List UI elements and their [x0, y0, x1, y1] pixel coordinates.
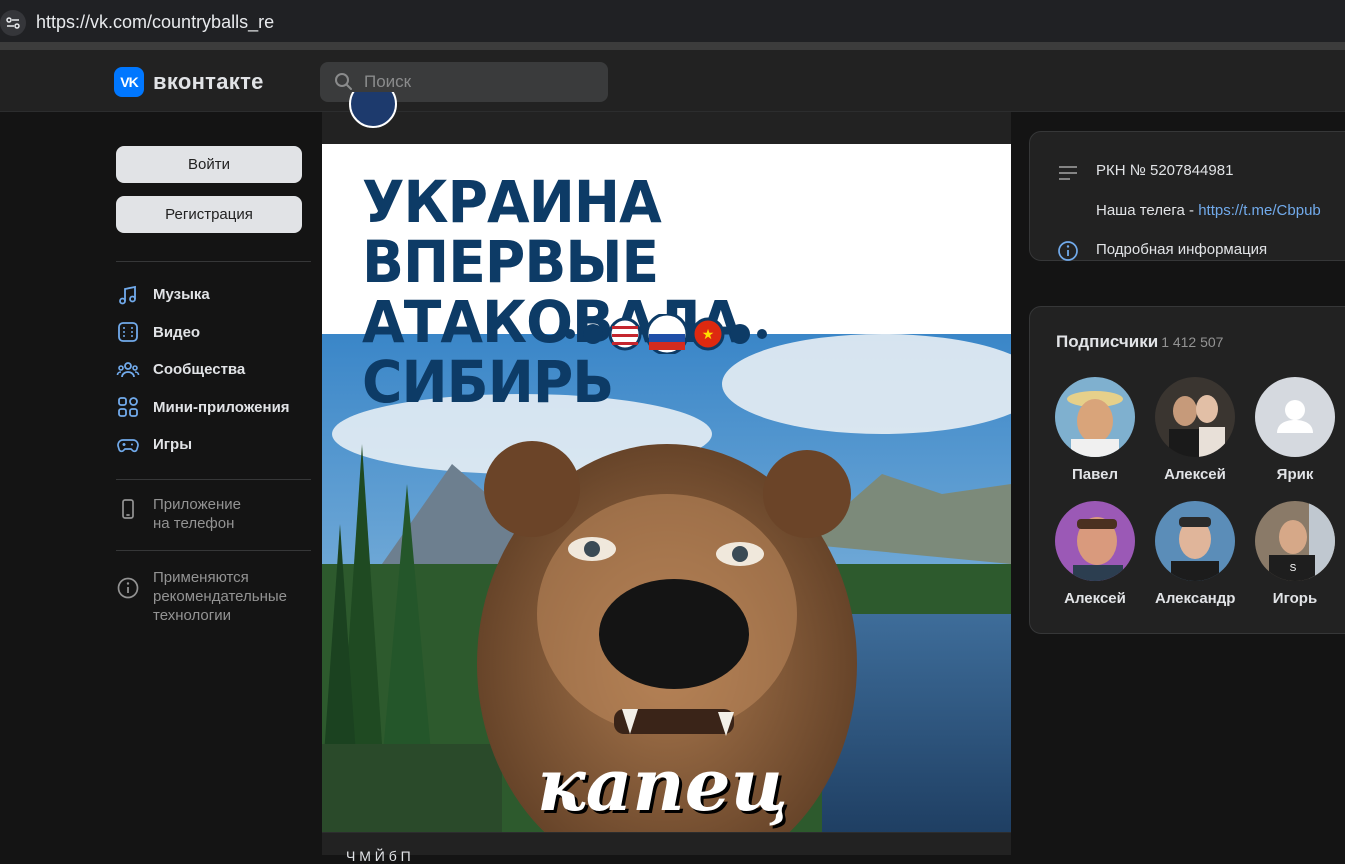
music-icon: [119, 285, 136, 305]
recommendation-line1: Применяются: [153, 568, 249, 586]
default-avatar-icon: [1255, 377, 1335, 457]
register-button[interactable]: Регистрация: [116, 196, 302, 233]
search-icon: [335, 73, 352, 90]
post-headline: УКРАИНА ВПЕРВЫЕ АТАКОВАЛА СИБИРЬ: [362, 172, 951, 412]
sidebar-item-label: Мини-приложения: [153, 398, 290, 416]
subscribers-card: Подписчики 1 412 507 Павел Алексей Ярик А…: [1029, 306, 1345, 634]
telegram-line: Наша телега - https://t.me/Cbpub: [1096, 202, 1321, 219]
recommendation-notice[interactable]: Применяются рекомендательные технологии: [116, 551, 311, 641]
subscriber-item[interactable]: Ярик: [1255, 377, 1335, 483]
subscriber-item[interactable]: Александр: [1155, 501, 1235, 607]
post-footer: Ч М Й б П: [322, 832, 1011, 864]
avatar: [1155, 377, 1235, 457]
subscriber-name: Алексей: [1164, 466, 1226, 483]
wall-post: УКРАИНА ВПЕРВЫЕ АТАКОВАЛА СИБИРЬ ★ капец: [322, 92, 1011, 864]
recommendation-line3: технологии: [153, 606, 232, 624]
info-icon: [117, 577, 139, 598]
post-image-caption: капец: [537, 742, 789, 827]
login-button[interactable]: Войти: [116, 146, 302, 183]
subscribers-title: Подписчики: [1056, 332, 1159, 351]
subscriber-name: Ярик: [1276, 466, 1314, 483]
info-icon: [1058, 241, 1078, 261]
headline-line1: УКРАИНА ВПЕРВЫЕ: [362, 168, 662, 296]
mobile-app-line1: Приложение: [153, 495, 241, 513]
sidebar-item-music[interactable]: Музыка: [116, 276, 311, 314]
more-info-link[interactable]: Подробная информация: [1096, 241, 1267, 258]
sidebar-item-games[interactable]: Игры: [116, 426, 311, 464]
sidebar-item-label: Музыка: [153, 286, 210, 304]
avatar: [1055, 501, 1135, 581]
svg-text:★: ★: [702, 326, 715, 342]
phone-icon: [122, 498, 134, 519]
subscriber-item[interactable]: S Игорь: [1255, 501, 1335, 607]
subscribers-header[interactable]: Подписчики 1 412 507: [1056, 332, 1223, 352]
sidebar-item-label: Видео: [153, 323, 201, 341]
headline-area: УКРАИНА ВПЕРВЫЕ АТАКОВАЛА СИБИРЬ ★: [322, 144, 1011, 412]
vk-logo-text[interactable]: вконтакте: [153, 69, 264, 95]
rkn-number: РКН № 5207844981: [1096, 162, 1234, 179]
communities-icon: [116, 361, 140, 377]
description-icon: [1059, 166, 1077, 180]
subscriber-name: Павел: [1071, 466, 1119, 483]
subscriber-name: Игорь: [1272, 590, 1318, 607]
games-icon: [117, 438, 139, 452]
sidebar-item-communities[interactable]: Сообщества: [116, 351, 311, 389]
subscriber-name: Александр: [1155, 590, 1236, 607]
subscriber-item[interactable]: Павел: [1055, 377, 1135, 483]
video-icon: [118, 322, 138, 343]
sidebar-item-video[interactable]: Видео: [116, 314, 311, 352]
post-image[interactable]: УКРАИНА ВПЕРВЫЕ АТАКОВАЛА СИБИРЬ ★ капец: [322, 144, 1011, 832]
browser-address-bar: https://vk.com/countryballs_re: [0, 0, 1345, 46]
telegram-prefix: Наша телега -: [1096, 202, 1199, 219]
subscriber-item[interactable]: Алексей: [1055, 501, 1135, 607]
subscribers-count: 1 412 507: [1161, 334, 1224, 350]
recommendation-line2: рекомендательные: [153, 587, 287, 605]
post-author-avatar[interactable]: [349, 92, 397, 128]
subscriber-item[interactable]: Алексей: [1155, 377, 1235, 483]
mini-apps-icon: [118, 397, 138, 418]
sidebar-item-label: Сообщества: [153, 361, 246, 379]
avatar: [1055, 377, 1135, 457]
avatar: [1255, 377, 1335, 457]
site-header: VK вконтакте: [0, 50, 1345, 112]
left-sidebar: Войти Регистрация Музыка Видео Сообществ…: [116, 146, 311, 641]
url-field[interactable]: https://vk.com/countryballs_re: [36, 12, 274, 33]
mobile-app-line2: на телефон: [153, 514, 235, 532]
sidebar-item-mini-apps[interactable]: Мини-приложения: [116, 389, 311, 427]
subscriber-name: Алексей: [1064, 590, 1126, 607]
avatar: [1155, 501, 1235, 581]
countryball-row-icon: ★: [565, 314, 767, 354]
telegram-link[interactable]: https://t.me/Cbpub: [1198, 202, 1321, 219]
browser-divider: [0, 42, 1345, 50]
sidebar-divider: [116, 261, 311, 262]
site-info-icon[interactable]: [0, 9, 26, 36]
vk-logo-icon[interactable]: VK: [114, 67, 144, 97]
sidebar-item-label: Игры: [153, 436, 193, 454]
svg-text:S: S: [1290, 563, 1297, 574]
search-input[interactable]: [364, 72, 584, 92]
sidebar-nav: Музыка Видео Сообщества Мини-приложения …: [116, 276, 311, 464]
avatar: S: [1255, 501, 1335, 581]
group-info-card: РКН № 5207844981 Наша телега - https://t…: [1029, 131, 1345, 261]
post-footer-text: Ч М Й б П: [346, 848, 411, 864]
mobile-app-link[interactable]: Приложение на телефон: [116, 480, 311, 550]
